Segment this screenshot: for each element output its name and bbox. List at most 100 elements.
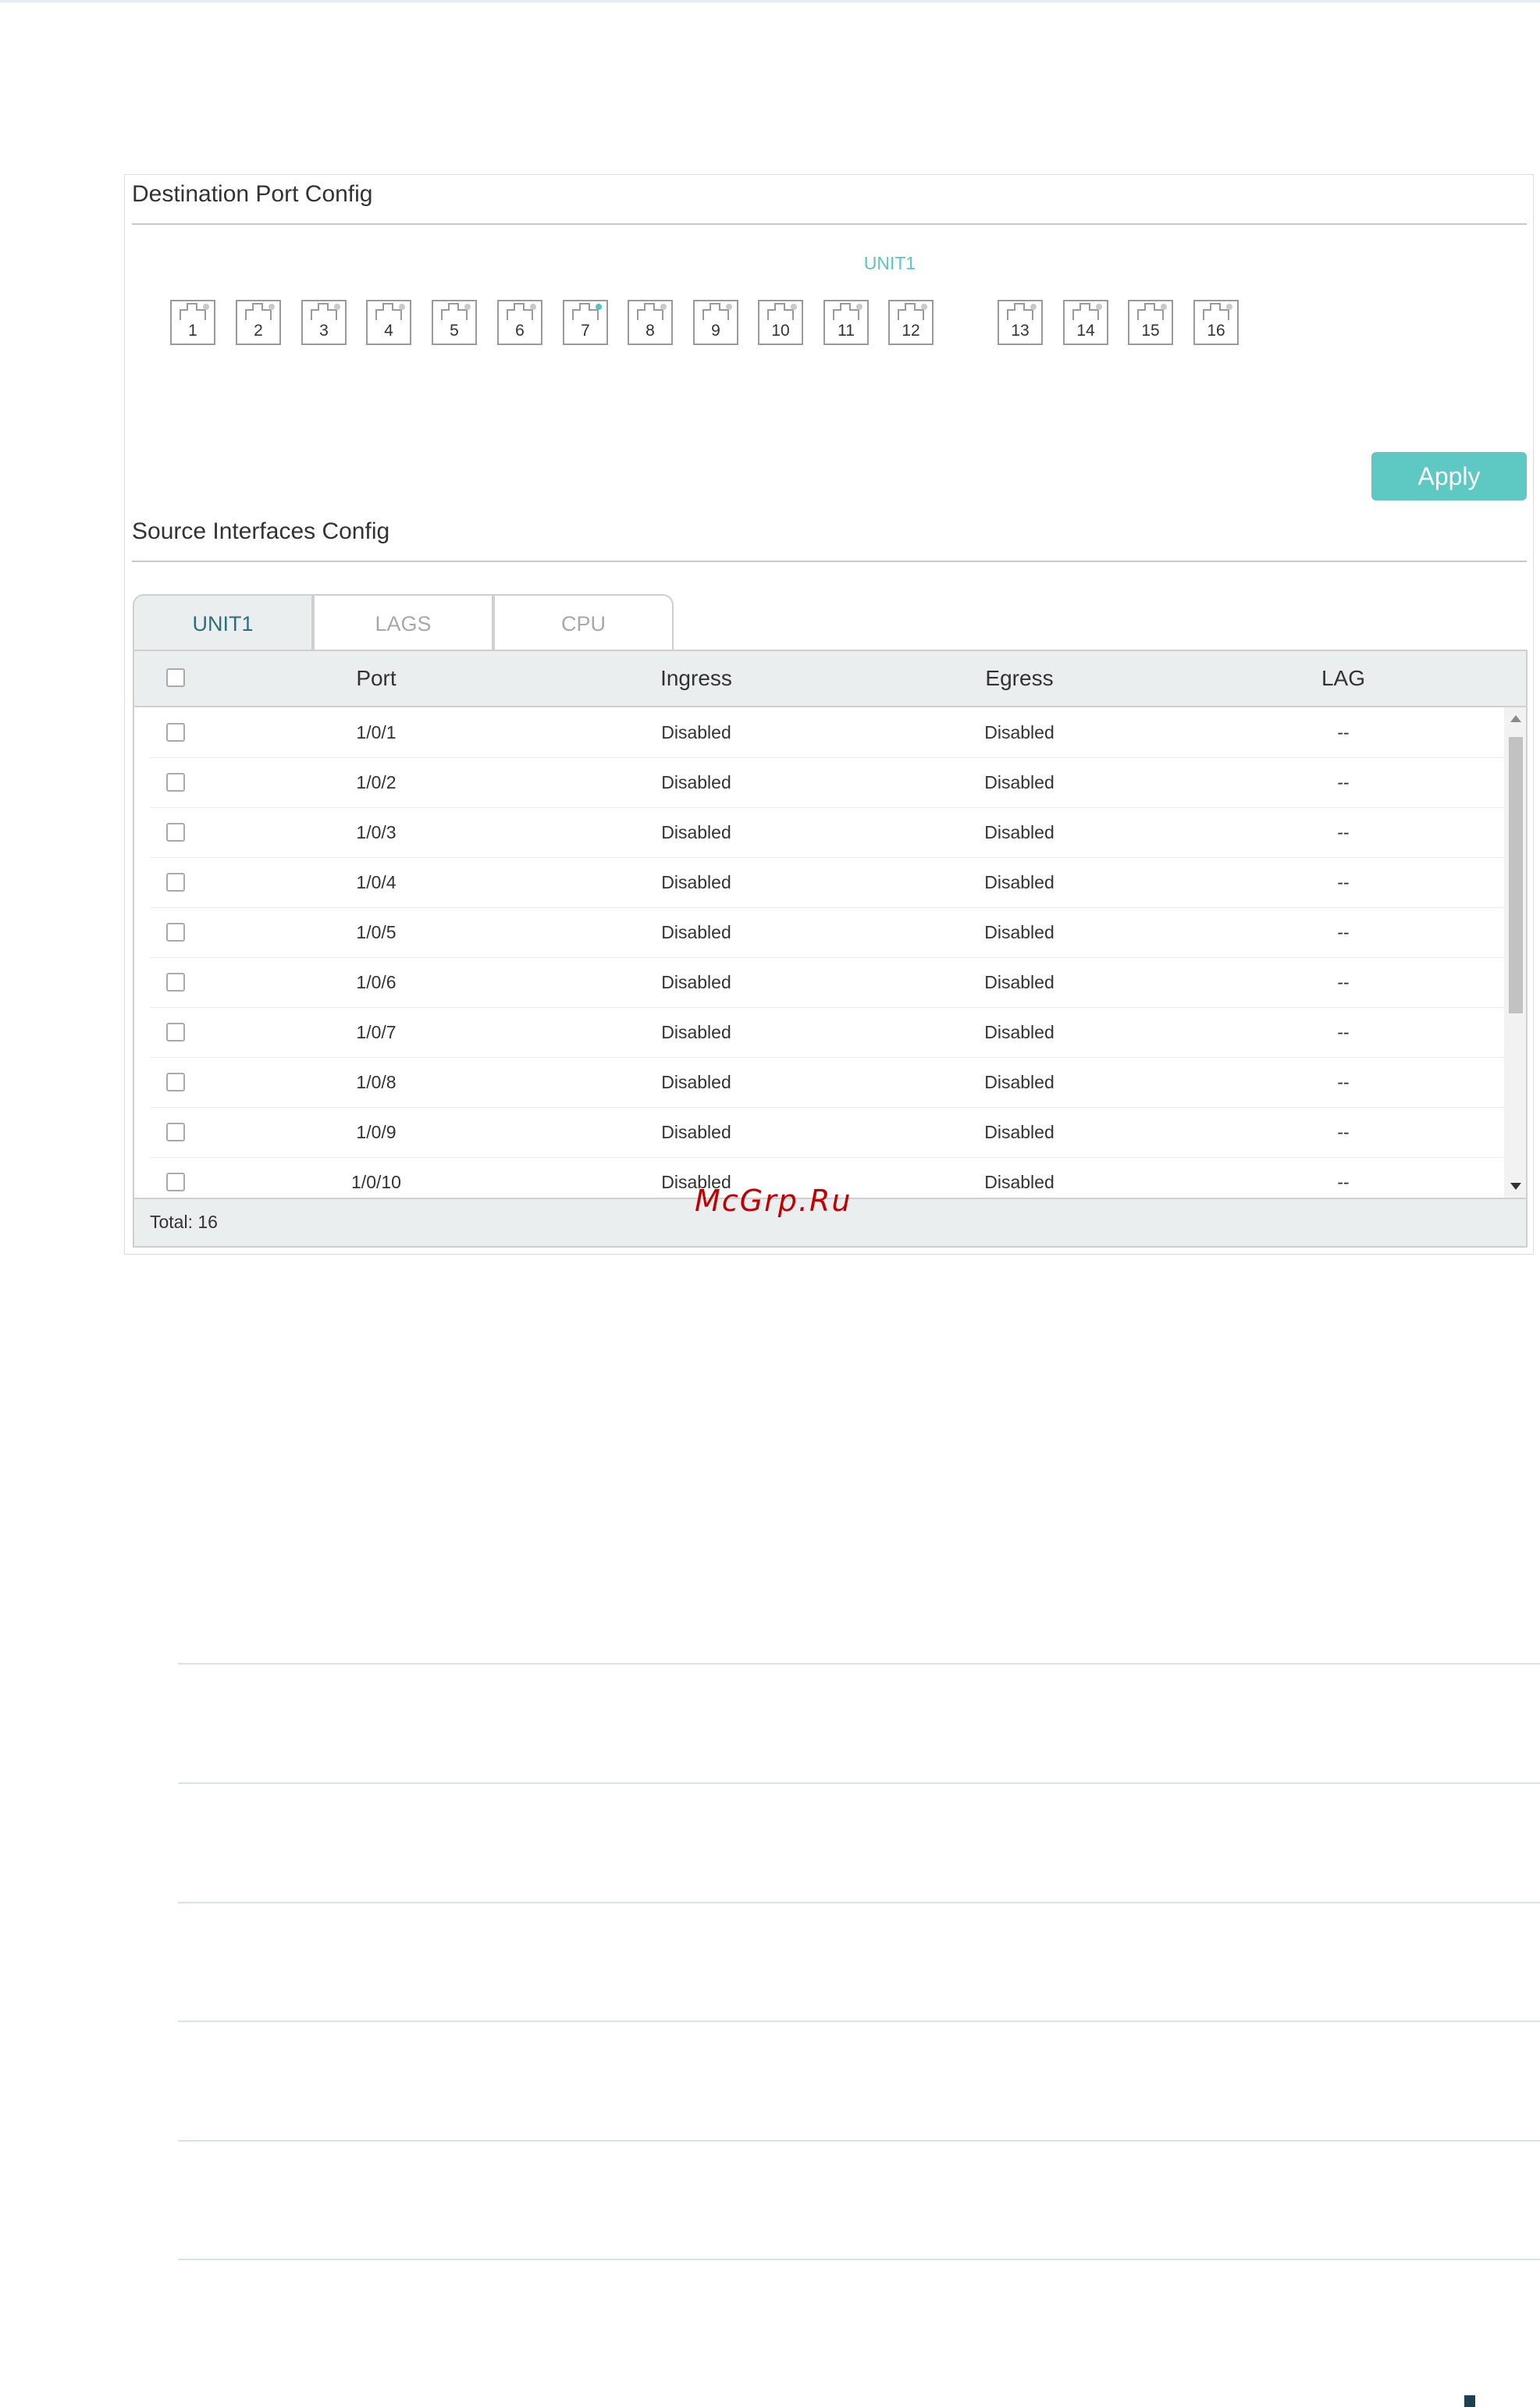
table-row[interactable]: 1/0/7 Disabled Disabled -- — [150, 1007, 1505, 1058]
divider-line — [178, 1663, 1540, 1665]
cell-port: 1/0/5 — [356, 922, 397, 942]
port-15[interactable]: 15 — [1128, 300, 1173, 345]
cell-ingress: Disabled — [661, 972, 731, 992]
divider-line — [178, 1782, 1540, 1784]
row-checkbox[interactable] — [166, 1123, 185, 1141]
cell-ingress: Disabled — [661, 1022, 731, 1042]
cell-lag: -- — [1337, 822, 1350, 842]
port-10[interactable]: 10 — [758, 300, 803, 345]
table-row[interactable]: 1/0/1 Disabled Disabled -- — [150, 707, 1505, 758]
ethernet-port-icon — [507, 303, 533, 320]
port-8[interactable]: 8 — [628, 300, 673, 345]
port-5[interactable]: 5 — [432, 300, 477, 345]
table-row[interactable]: 1/0/5 Disabled Disabled -- — [150, 907, 1505, 958]
ethernet-port-icon — [1137, 303, 1164, 320]
corner-mark — [1464, 2395, 1475, 2407]
ethernet-port-icon — [702, 303, 729, 320]
table-row[interactable]: 1/0/3 Disabled Disabled -- — [150, 807, 1505, 858]
cell-lag: -- — [1337, 872, 1350, 892]
cell-ingress: Disabled — [661, 922, 731, 942]
port-status-led — [1161, 304, 1167, 310]
scroll-thumb[interactable] — [1509, 737, 1523, 1013]
tab-unit1[interactable]: UNIT1 — [133, 594, 313, 651]
table-body[interactable]: 1/0/1 Disabled Disabled -- 1/0/2 Disabled Disa… — [134, 707, 1506, 1198]
cell-egress: Disabled — [984, 922, 1055, 942]
port-number: 12 — [902, 322, 920, 340]
port-status-led — [399, 304, 405, 310]
port-1[interactable]: 1 — [170, 300, 215, 345]
cell-port: 1/0/10 — [351, 1172, 401, 1192]
destination-section-title: Destination Port Config — [132, 181, 373, 207]
apply-button[interactable]: Apply — [1371, 452, 1527, 500]
port-4[interactable]: 4 — [366, 300, 411, 345]
table-header: Port Ingress Egress LAG — [134, 651, 1526, 707]
row-checkbox[interactable] — [166, 773, 185, 792]
row-checkbox[interactable] — [166, 723, 185, 742]
ethernet-port-icon — [1007, 303, 1033, 320]
port-status-led — [203, 304, 209, 310]
port-number: 7 — [581, 322, 590, 340]
table-row[interactable]: 1/0/2 Disabled Disabled -- — [150, 757, 1505, 808]
cell-egress: Disabled — [984, 722, 1055, 742]
port-number: 5 — [450, 322, 459, 340]
row-checkbox[interactable] — [166, 873, 185, 892]
port-14[interactable]: 14 — [1063, 300, 1108, 345]
port-13[interactable]: 13 — [998, 300, 1043, 345]
cell-egress: Disabled — [984, 1122, 1055, 1142]
row-checkbox[interactable] — [166, 923, 185, 942]
cell-port: 1/0/3 — [356, 822, 397, 842]
row-checkbox[interactable] — [166, 1173, 185, 1191]
port-number: 8 — [646, 322, 655, 340]
divider-line — [178, 1902, 1540, 1903]
cell-lag: -- — [1337, 1172, 1350, 1192]
port-7[interactable]: 7 — [563, 300, 608, 345]
column-header-lag: LAG — [1321, 666, 1366, 690]
cell-lag: -- — [1337, 772, 1350, 792]
port-number: 10 — [771, 322, 790, 340]
port-number: 11 — [838, 322, 855, 340]
row-checkbox[interactable] — [166, 973, 185, 992]
cell-lag: -- — [1337, 1072, 1350, 1092]
cell-ingress: Disabled — [661, 872, 731, 892]
select-all-checkbox[interactable] — [166, 668, 185, 687]
cell-egress: Disabled — [984, 1072, 1055, 1092]
port-status-led — [1226, 304, 1232, 310]
total-count: Total: 16 — [150, 1212, 218, 1232]
row-checkbox[interactable] — [166, 1023, 185, 1041]
port-status-led — [269, 304, 275, 310]
port-12[interactable]: 12 — [888, 300, 934, 345]
divider-line — [178, 2259, 1540, 2260]
table-row[interactable]: 1/0/8 Disabled Disabled -- — [150, 1057, 1505, 1108]
port-11[interactable]: 11 — [823, 300, 869, 345]
port-2[interactable]: 2 — [236, 300, 281, 345]
port-16[interactable]: 16 — [1193, 300, 1239, 345]
port-3[interactable]: 3 — [301, 300, 347, 345]
destination-section-divider — [132, 223, 1527, 225]
port-number: 14 — [1076, 322, 1095, 340]
top-rule — [0, 0, 1540, 2]
scroll-down-arrow-icon[interactable] — [1510, 1183, 1521, 1190]
port-9[interactable]: 9 — [693, 300, 738, 345]
table-row[interactable]: 1/0/9 Disabled Disabled -- — [150, 1107, 1505, 1158]
source-interfaces-table: Port Ingress Egress LAG 1/0/1 Disabled Dis… — [133, 650, 1528, 1248]
table-row[interactable]: 1/0/6 Disabled Disabled -- — [150, 957, 1505, 1008]
row-checkbox[interactable] — [166, 823, 185, 842]
port-6[interactable]: 6 — [497, 300, 542, 345]
mirror-config-panel: Destination Port Config UNIT1 1234567891… — [124, 174, 1534, 1255]
cell-egress: Disabled — [984, 1172, 1055, 1192]
ethernet-port-icon — [180, 303, 206, 320]
ethernet-port-icon — [1072, 303, 1099, 320]
tab-cpu[interactable]: CPU — [493, 594, 674, 651]
row-checkbox[interactable] — [166, 1073, 185, 1091]
cell-egress: Disabled — [984, 772, 1055, 792]
source-section-divider — [132, 561, 1527, 562]
port-number: 13 — [1011, 322, 1030, 340]
scroll-up-arrow-icon[interactable] — [1510, 715, 1521, 722]
table-row[interactable]: 1/0/4 Disabled Disabled -- — [150, 857, 1505, 908]
port-number: 1 — [188, 322, 197, 340]
port-panel: 1 2 3 4 5 6 7 8 9 10 11 12 13 14 15 16 — [125, 300, 1535, 354]
cell-port: 1/0/4 — [356, 872, 397, 892]
tab-lags[interactable]: LAGS — [313, 594, 493, 651]
cell-ingress: Disabled — [661, 1122, 731, 1142]
table-scrollbar[interactable] — [1504, 707, 1526, 1198]
